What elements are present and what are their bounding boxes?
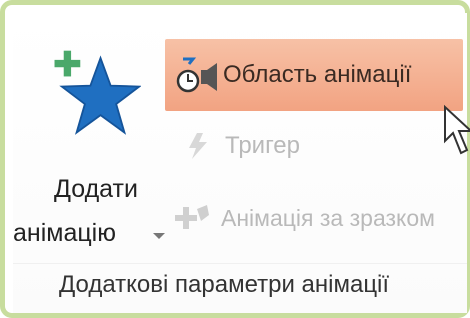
window-frame: Додати анімацію Область анімації Тригер: [0, 0, 470, 318]
group-separator: [13, 263, 467, 264]
animation-pane-icon: [176, 57, 217, 93]
mouse-cursor-icon: [444, 104, 470, 155]
animation-pane-button[interactable]: Область анімації: [165, 39, 463, 111]
group-label: Додаткові параметри анімації: [59, 271, 390, 298]
add-animation-label-line1: Додати: [54, 175, 138, 203]
animation-painter-button[interactable]: Анімація за зразком: [171, 195, 435, 241]
dropdown-caret-icon[interactable]: [153, 233, 165, 239]
animation-pane-label: Область анімації: [223, 61, 412, 88]
trigger-label: Тригер: [225, 132, 300, 159]
trigger-button[interactable]: Тригер: [183, 123, 300, 169]
brush-icon: [175, 205, 209, 229]
add-animation-button[interactable]: Додати анімацію: [13, 35, 179, 275]
animation-painter-label: Анімація за зразком: [221, 204, 435, 231]
lightning-icon: [189, 133, 207, 159]
ribbon-group-advanced-animation: Додати анімацію Область анімації Тригер: [13, 13, 470, 313]
star-add-icon: [54, 50, 141, 135]
